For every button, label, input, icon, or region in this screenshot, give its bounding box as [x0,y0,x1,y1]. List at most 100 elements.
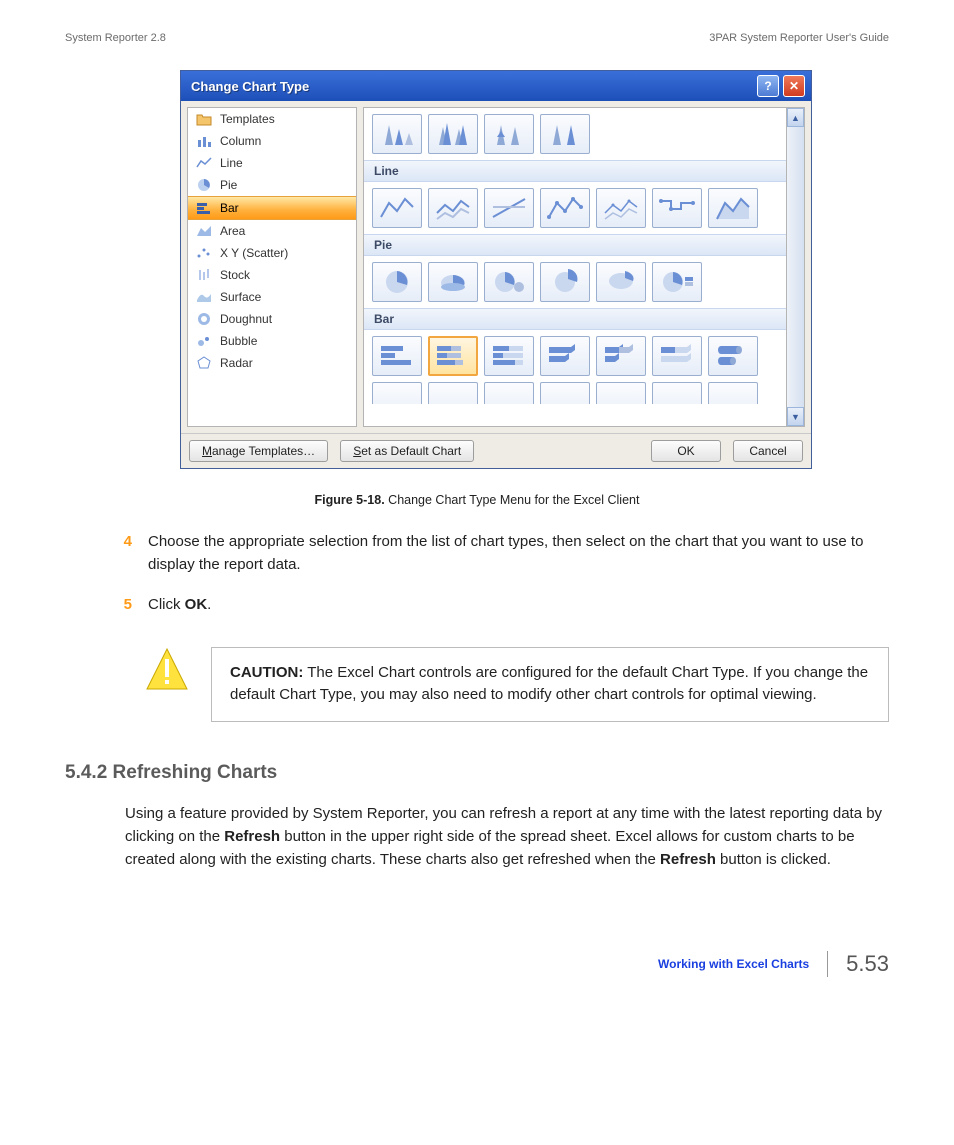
sidebar-item-scatter[interactable]: X Y (Scatter) [188,242,356,264]
caution-text: CAUTION: The Excel Chart controls are co… [211,647,889,722]
step-text: Click OK. [148,594,211,617]
step-number: 5 [120,594,132,617]
chart-tile-pie-3[interactable] [484,262,534,302]
help-button[interactable]: ? [757,75,779,97]
footer-separator [827,951,828,977]
chart-tile-line-4[interactable] [540,188,590,228]
step-5: 5 Click OK. [120,594,879,617]
header-right: 3PAR System Reporter User's Guide [709,32,889,44]
sidebar-item-templates[interactable]: Templates [188,108,356,130]
sidebar-item-label: Line [220,156,243,170]
chart-tile-cone-2[interactable] [428,114,478,154]
chart-tile-line-1[interactable] [372,188,422,228]
sidebar-item-label: Bar [220,201,239,215]
chart-tile-bar-3[interactable] [484,336,534,376]
line-chart-icon [196,156,212,170]
scroll-up-icon[interactable]: ▲ [787,108,804,127]
chart-tile-line-3[interactable] [484,188,534,228]
section-heading: 5.4.2 Refreshing Charts [65,762,889,784]
bar-chart-icon [196,201,212,215]
dialog-titlebar: Change Chart Type ? ✕ [181,71,811,101]
category-header-pie: Pie [364,234,786,256]
sidebar-item-label: Stock [220,268,250,282]
folder-icon [196,112,212,126]
sidebar-item-label: Area [220,224,245,238]
page-number: 5.53 [846,951,889,977]
ok-button[interactable]: OK [651,440,721,462]
chart-tile-line-7[interactable] [708,188,758,228]
category-header-bar: Bar [364,308,786,330]
surface-chart-icon [196,290,212,304]
doughnut-chart-icon [196,312,212,326]
set-default-chart-button[interactable]: Set as Default Chart [340,440,474,462]
chart-type-sidebar: Templates Column Line Pie Bar [187,107,357,427]
chart-tile-pie-5[interactable] [596,262,646,302]
sidebar-item-radar[interactable]: Radar [188,352,356,374]
chart-tile-line-2[interactable] [428,188,478,228]
sidebar-item-label: Column [220,134,261,148]
sidebar-item-doughnut[interactable]: Doughnut [188,308,356,330]
radar-chart-icon [196,356,212,370]
sidebar-item-surface[interactable]: Surface [188,286,356,308]
gallery-scrollbar[interactable]: ▲ ▼ [786,108,804,426]
sidebar-item-pie[interactable]: Pie [188,174,356,196]
sidebar-item-bubble[interactable]: Bubble [188,330,356,352]
close-button[interactable]: ✕ [783,75,805,97]
chart-tile-partial-3[interactable] [484,382,534,404]
sidebar-item-label: Bubble [220,334,257,348]
caution-block: CAUTION: The Excel Chart controls are co… [145,647,889,722]
chart-tile-line-6[interactable] [652,188,702,228]
step-number: 4 [120,531,132,576]
area-chart-icon [196,224,212,238]
dialog-title: Change Chart Type [191,79,309,94]
chart-tile-pie-4[interactable] [540,262,590,302]
sidebar-item-label: Pie [220,178,237,192]
cancel-button[interactable]: Cancel [733,440,803,462]
sidebar-item-label: Templates [220,112,275,126]
sidebar-item-column[interactable]: Column [188,130,356,152]
chart-tile-bar-2[interactable] [428,336,478,376]
chart-tile-line-5[interactable] [596,188,646,228]
sidebar-item-bar[interactable]: Bar [188,196,356,220]
chart-tile-cone-4[interactable] [540,114,590,154]
chart-tile-partial-5[interactable] [596,382,646,404]
sidebar-item-label: Surface [220,290,261,304]
chart-tile-cone-1[interactable] [372,114,422,154]
footer-link[interactable]: Working with Excel Charts [658,957,809,971]
section-body: Using a feature provided by System Repor… [125,802,889,872]
chart-tile-cone-3[interactable] [484,114,534,154]
category-header-line: Line [364,160,786,182]
sidebar-item-area[interactable]: Area [188,220,356,242]
figure-caption: Figure 5-18. Change Chart Type Menu for … [65,493,889,507]
chart-tile-bar-7[interactable] [708,336,758,376]
chart-gallery: Line Pie [363,107,805,427]
chart-tile-partial-2[interactable] [428,382,478,404]
chart-tile-partial-4[interactable] [540,382,590,404]
chart-tile-bar-4[interactable] [540,336,590,376]
chart-tile-bar-5[interactable] [596,336,646,376]
sidebar-item-label: X Y (Scatter) [220,246,288,260]
stock-chart-icon [196,268,212,282]
chart-tile-pie-1[interactable] [372,262,422,302]
manage-templates-button[interactable]: Manage Templates… [189,440,328,462]
sidebar-item-line[interactable]: Line [188,152,356,174]
header-left: System Reporter 2.8 [65,32,166,44]
caution-icon [145,647,189,702]
step-text: Choose the appropriate selection from th… [148,531,879,576]
chart-tile-pie-2[interactable] [428,262,478,302]
chart-tile-bar-6[interactable] [652,336,702,376]
bubble-chart-icon [196,334,212,348]
scatter-chart-icon [196,246,212,260]
scroll-down-icon[interactable]: ▼ [787,407,804,426]
change-chart-type-dialog: Change Chart Type ? ✕ Templates Column [180,70,812,469]
sidebar-item-label: Doughnut [220,312,272,326]
chart-tile-partial-6[interactable] [652,382,702,404]
chart-tile-bar-1[interactable] [372,336,422,376]
chart-tile-partial-1[interactable] [372,382,422,404]
sidebar-item-label: Radar [220,356,253,370]
sidebar-item-stock[interactable]: Stock [188,264,356,286]
chart-tile-pie-6[interactable] [652,262,702,302]
pie-chart-icon [196,178,212,192]
step-4: 4 Choose the appropriate selection from … [120,531,879,576]
chart-tile-partial-7[interactable] [708,382,758,404]
